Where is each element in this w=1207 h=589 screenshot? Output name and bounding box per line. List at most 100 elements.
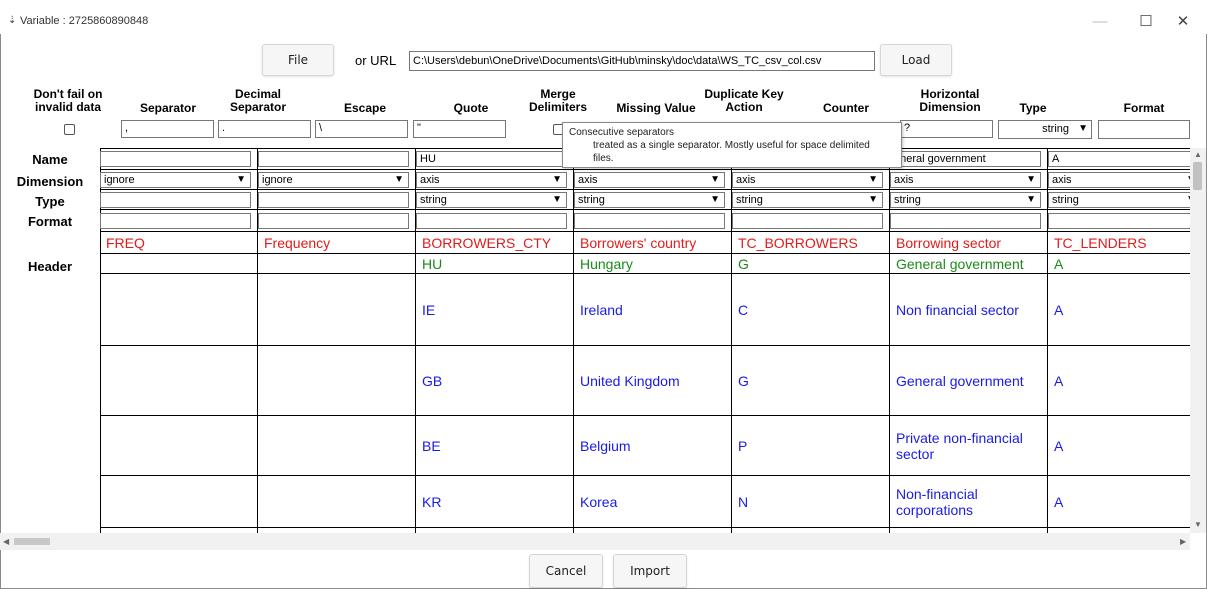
separator-input[interactable]: , xyxy=(121,120,214,138)
type-cell[interactable]: string▼ xyxy=(732,190,890,210)
data-cell: C xyxy=(732,274,890,346)
type-cell[interactable] xyxy=(258,190,416,210)
column-type-select[interactable]: string▼ xyxy=(732,191,883,208)
column-format-input[interactable] xyxy=(258,212,409,229)
header-value-cell: G xyxy=(732,254,890,274)
window-menu-icon[interactable]: ⇣ xyxy=(8,15,16,26)
dimension-select[interactable]: ignore ▼ xyxy=(100,171,251,188)
dimension-cell[interactable]: axis▼ xyxy=(416,170,574,190)
format-cell[interactable] xyxy=(416,210,574,232)
data-cell: Private non-financial sector xyxy=(890,416,1048,476)
column-format-input[interactable] xyxy=(416,212,567,229)
dimension-select[interactable]: axis▼ xyxy=(890,171,1041,188)
dimension-select[interactable]: axis▼ xyxy=(1048,171,1190,188)
load-button[interactable]: Load xyxy=(880,44,952,76)
data-cell: G xyxy=(732,346,890,416)
column-type-input[interactable] xyxy=(258,191,409,208)
column-name-input[interactable]: HU xyxy=(416,150,567,167)
column-format-input[interactable] xyxy=(1048,212,1190,229)
cancel-button[interactable]: Cancel xyxy=(529,554,603,588)
data-cell: KR xyxy=(416,476,574,528)
dimension-cell[interactable]: ignore ▼ xyxy=(258,170,416,190)
type-select[interactable]: string ▼ xyxy=(998,120,1092,139)
name-cell[interactable] xyxy=(100,148,258,170)
dimension-select[interactable]: ignore ▼ xyxy=(258,171,409,188)
data-cell: GB xyxy=(416,346,574,416)
close-button[interactable]: ✕ xyxy=(1160,9,1206,35)
type-cell[interactable]: string▼ xyxy=(416,190,574,210)
decimal-separator-input[interactable]: . xyxy=(218,120,311,138)
dimension-select-value: ignore xyxy=(104,173,135,186)
url-input[interactable]: C:\Users\debun\OneDrive\Documents\GitHub… xyxy=(409,51,875,71)
file-button[interactable]: File xyxy=(262,44,334,76)
column-type-select[interactable]: string▼ xyxy=(1048,191,1190,208)
name-cell[interactable]: eneral government xyxy=(890,148,1048,170)
type-cell[interactable]: string▼ xyxy=(890,190,1048,210)
name-cell[interactable] xyxy=(258,148,416,170)
horizontal-dimension-input[interactable]: ? xyxy=(900,120,993,138)
horizontal-scroll-thumb[interactable] xyxy=(14,538,50,545)
header-value-cell: General government xyxy=(890,254,1048,274)
name-cell[interactable]: A xyxy=(1048,148,1190,170)
vertical-scroll-thumb[interactable] xyxy=(1193,162,1202,190)
quote-input[interactable]: " xyxy=(413,120,506,138)
horizontal-scrollbar[interactable]: ◀ ▶ xyxy=(0,533,1190,550)
separator-label: Separator xyxy=(139,101,197,115)
tooltip-line-2: treated as a single separator. Mostly us… xyxy=(593,140,870,151)
minimize-button[interactable]: — xyxy=(1077,9,1123,35)
data-cell: General government xyxy=(890,346,1048,416)
column-type-input[interactable] xyxy=(100,191,251,208)
scroll-down-icon[interactable]: ▼ xyxy=(1194,520,1202,529)
dimension-cell[interactable]: axis▼ xyxy=(574,170,732,190)
quote-label: Quote xyxy=(453,101,489,115)
row-label-format: Format xyxy=(27,214,73,229)
escape-input[interactable]: \ xyxy=(315,120,408,138)
dont-fail-checkbox[interactable] xyxy=(64,124,75,135)
format-cell[interactable] xyxy=(890,210,1048,232)
column-format-input[interactable] xyxy=(732,212,883,229)
format-cell[interactable] xyxy=(100,210,258,232)
dimension-cell[interactable]: axis▼ xyxy=(1048,170,1190,190)
header-key-cell: Borrowing sector xyxy=(890,232,1048,254)
header-value-cell: Hungary xyxy=(574,254,732,274)
format-label: Format xyxy=(1123,101,1165,115)
column-type-select[interactable]: string▼ xyxy=(890,191,1041,208)
dimension-select[interactable]: axis▼ xyxy=(574,171,725,188)
format-input[interactable] xyxy=(1098,120,1190,139)
scroll-right-icon[interactable]: ▶ xyxy=(1180,537,1186,546)
column-name-input[interactable] xyxy=(258,150,409,167)
dimension-cell[interactable]: ignore ▼ xyxy=(100,170,258,190)
chevron-down-icon: ▼ xyxy=(868,173,878,185)
scroll-left-icon[interactable]: ◀ xyxy=(3,537,9,546)
type-cell[interactable]: string▼ xyxy=(1048,190,1190,210)
column-name-input[interactable]: eneral government xyxy=(890,150,1041,167)
or-url-label: or URL xyxy=(355,53,397,68)
column-format-input[interactable] xyxy=(100,212,251,229)
type-label: Type xyxy=(1019,101,1047,115)
name-cell[interactable]: HU xyxy=(416,148,574,170)
format-cell[interactable] xyxy=(574,210,732,232)
column-format-input[interactable] xyxy=(574,212,725,229)
column-type-select-value: string xyxy=(420,193,447,206)
format-cell[interactable] xyxy=(1048,210,1190,232)
import-button[interactable]: Import xyxy=(613,554,687,588)
type-select-value: string xyxy=(1042,123,1069,135)
data-cell: Belgium xyxy=(574,416,732,476)
format-cell[interactable] xyxy=(732,210,890,232)
dimension-cell[interactable]: axis▼ xyxy=(890,170,1048,190)
column-format-input[interactable] xyxy=(890,212,1041,229)
format-cell[interactable] xyxy=(258,210,416,232)
dimension-select[interactable]: axis▼ xyxy=(732,171,883,188)
header-key-cell: Frequency xyxy=(258,232,416,254)
column-type-select[interactable]: string▼ xyxy=(416,191,567,208)
type-cell[interactable] xyxy=(100,190,258,210)
column-type-select[interactable]: string▼ xyxy=(574,191,725,208)
scroll-up-icon[interactable]: ▲ xyxy=(1194,150,1202,159)
type-cell[interactable]: string▼ xyxy=(574,190,732,210)
column-name-input[interactable]: A xyxy=(1048,150,1190,167)
dimension-cell[interactable]: axis▼ xyxy=(732,170,890,190)
column-name-input[interactable] xyxy=(100,150,251,167)
header-key-cell: TC_LENDERS xyxy=(1048,232,1190,254)
vertical-scrollbar[interactable]: ▲ ▼ xyxy=(1190,148,1206,533)
dimension-select[interactable]: axis▼ xyxy=(416,171,567,188)
